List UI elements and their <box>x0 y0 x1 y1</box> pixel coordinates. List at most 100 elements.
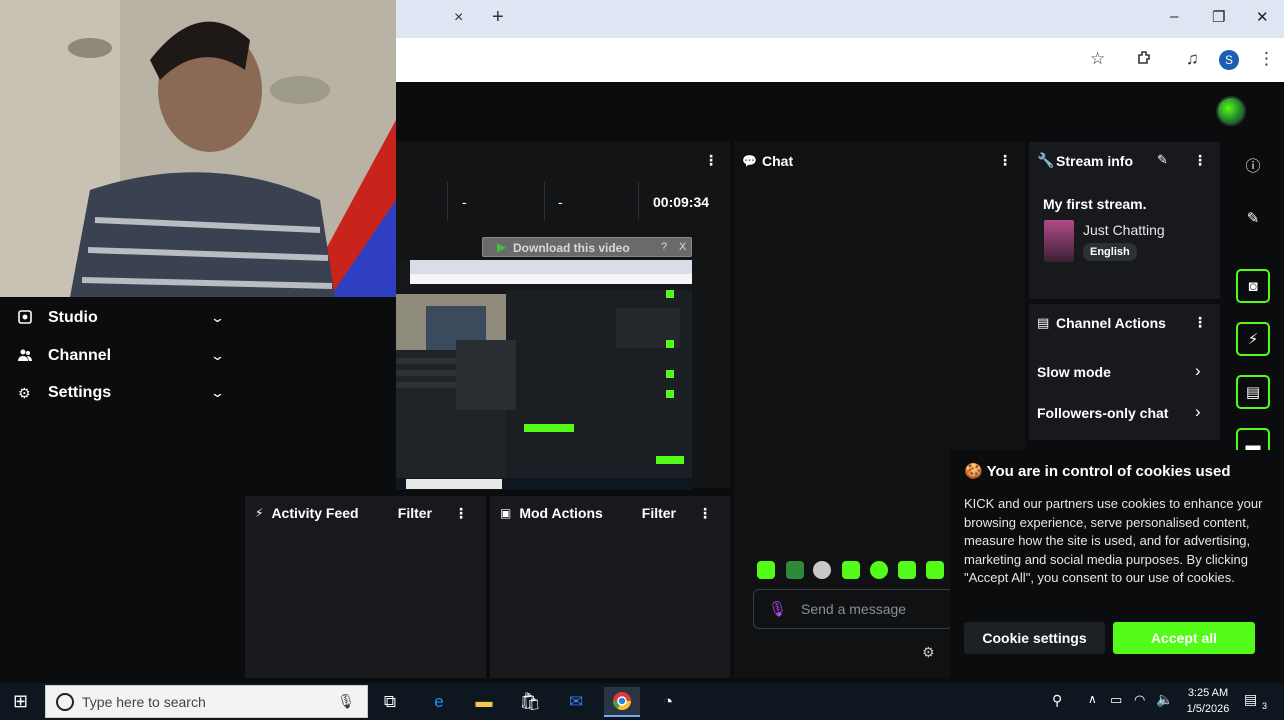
info-icon[interactable]: ⓘ <box>1236 148 1270 182</box>
download-video-bar[interactable]: ▶ Download this video ? X <box>482 237 692 257</box>
gear-icon: ⚙ <box>18 384 31 401</box>
stream-info-panel: 🔧 Stream info ✎ ⋮ My first stream. Just … <box>1029 142 1220 299</box>
microphone-icon[interactable]: 🎙 <box>768 600 787 618</box>
taskbar-search-box[interactable]: Type here to search 🎙 <box>45 685 368 718</box>
microphone-icon[interactable]: 🎙 <box>337 693 355 710</box>
notification-count-badge: 3 <box>1262 701 1268 711</box>
mail-icon[interactable]: ✉ <box>558 687 594 717</box>
sidebar-item-label: Studio <box>48 309 98 326</box>
stream-title: My first stream. <box>1043 196 1147 212</box>
chevron-down-icon[interactable]: ⌄ <box>210 385 225 401</box>
browser-menu-icon[interactable]: ⋮ <box>1258 49 1275 69</box>
edit-pencil-icon[interactable]: ✎ <box>1157 152 1168 168</box>
stream-info-title: Stream info <box>1056 153 1134 169</box>
wrench-icon: 🔧 <box>1037 152 1055 168</box>
tab-close-icon[interactable]: × <box>454 9 463 27</box>
more-options-icon[interactable]: ⋮ <box>454 505 468 522</box>
clip-icon[interactable]: ◙ <box>1236 269 1270 303</box>
category-thumbnail[interactable] <box>1044 220 1074 262</box>
language-badge: English <box>1083 243 1137 261</box>
filter-button[interactable]: Filter <box>398 505 432 521</box>
media-control-icon[interactable]: ♫ <box>1186 49 1199 69</box>
new-tab-icon[interactable]: + <box>492 6 504 29</box>
message-placeholder: Send a message <box>801 601 907 617</box>
notes-icon[interactable]: ▤ <box>1236 375 1270 409</box>
extensions-icon[interactable] <box>1136 49 1153 71</box>
chevron-up-icon[interactable]: ∧ <box>1088 692 1097 706</box>
stream-panel: ⋮ - - 00:09:34 ▶ Download this video ? X <box>396 142 730 490</box>
recorder-icon[interactable]: ◔ <box>650 687 686 717</box>
divider <box>544 182 545 220</box>
emote-icon[interactable] <box>757 561 775 579</box>
battery-icon[interactable]: ▭ <box>1110 692 1122 708</box>
sidebar-item-settings[interactable]: ⚙ Settings ⌄ <box>0 376 243 410</box>
close-icon[interactable]: X <box>679 241 686 253</box>
chevron-right-icon: › <box>1195 361 1201 380</box>
followers-only-action[interactable]: Followers-only chat › <box>1029 397 1220 427</box>
system-clock[interactable]: 3:25 AM 1/5/2026 <box>1180 685 1236 717</box>
emote-icon[interactable] <box>842 561 860 579</box>
filter-button[interactable]: Filter <box>642 505 676 521</box>
clock-time: 3:25 AM <box>1187 687 1229 699</box>
more-options-icon[interactable]: ⋮ <box>1193 152 1207 169</box>
volume-icon[interactable]: 🔈 <box>1156 691 1173 708</box>
divider <box>447 182 448 220</box>
close-window-icon[interactable]: ✕ <box>1256 8 1269 26</box>
minimize-icon[interactable]: – <box>1170 8 1178 25</box>
profile-avatar[interactable]: S <box>1219 50 1239 70</box>
browser-tab-bar: × + – ❐ ✕ <box>396 0 1284 38</box>
clock-date: 1/5/2026 <box>1186 703 1230 715</box>
emote-icon[interactable] <box>813 561 831 579</box>
channel-actions-title: Channel Actions <box>1056 315 1166 331</box>
cookie-settings-button[interactable]: Cookie settings <box>964 622 1105 654</box>
browser-address-bar: ☆ ♫ S ⋮ <box>396 38 1284 82</box>
chat-settings-gear-icon[interactable]: ⚙ <box>922 644 935 661</box>
play-icon: ▶ <box>497 240 507 254</box>
stream-uptime: 00:09:34 <box>653 194 710 210</box>
store-icon[interactable]: 🛍 <box>512 687 548 717</box>
more-options-icon[interactable]: ⋮ <box>998 152 1012 169</box>
taskbar: ⊞ Type here to search 🎙 ⧉ e ▬ 🛍 ✉ ◔ ⚲ ∧ … <box>0 683 1284 720</box>
emote-icon[interactable] <box>926 561 944 579</box>
chat-title: Chat <box>762 153 794 169</box>
category-name[interactable]: Just Chatting <box>1083 222 1165 238</box>
edit-icon[interactable]: ✎ <box>1236 201 1270 235</box>
notifications-icon[interactable]: ▤ <box>1244 691 1257 708</box>
chevron-down-icon[interactable]: ⌄ <box>210 310 225 326</box>
edge-icon[interactable]: e <box>421 687 457 717</box>
emote-icon[interactable] <box>786 561 804 579</box>
download-label[interactable]: Download this video <box>513 241 630 255</box>
stat-value: - <box>462 194 467 210</box>
windows-start-icon[interactable]: ⊞ <box>13 691 28 712</box>
more-options-icon[interactable]: ⋮ <box>704 152 718 169</box>
chat-message-input[interactable]: 🎙 Send a message <box>753 589 953 629</box>
lightning-icon[interactable]: ⚡ <box>1236 322 1270 356</box>
chrome-icon[interactable] <box>604 687 640 717</box>
task-view-icon[interactable]: ⧉ <box>372 687 408 717</box>
emote-icon[interactable] <box>870 561 888 579</box>
stream-preview <box>396 260 692 490</box>
more-options-icon[interactable]: ⋮ <box>1193 314 1207 331</box>
chevron-down-icon[interactable]: ⌄ <box>210 348 225 364</box>
file-explorer-icon[interactable]: ▬ <box>466 687 502 717</box>
people-icon[interactable]: ⚲ <box>1052 692 1062 709</box>
sidebar-item-label: Settings <box>48 384 112 401</box>
slow-mode-action[interactable]: Slow mode › <box>1029 356 1220 386</box>
app-top-bar <box>396 82 1284 140</box>
help-icon[interactable]: ? <box>661 241 667 253</box>
channel-actions-icon: ▤ <box>1037 315 1050 330</box>
restore-icon[interactable]: ❐ <box>1212 8 1225 26</box>
sidebar-item-channel[interactable]: Channel ⌄ <box>0 339 243 373</box>
bookmark-star-icon[interactable]: ☆ <box>1090 49 1105 69</box>
sidebar-item-studio[interactable]: Studio ⌄ <box>0 301 243 335</box>
accept-all-button[interactable]: Accept all <box>1113 622 1255 654</box>
stream-preview-image <box>396 260 692 490</box>
cookie-title-text: You are in control of cookies used <box>986 463 1231 480</box>
chat-icon: 💬 <box>742 154 757 168</box>
emote-icon[interactable] <box>898 561 916 579</box>
wifi-icon[interactable]: ◠ <box>1134 692 1145 708</box>
cortana-icon <box>56 692 74 711</box>
webcam-image <box>0 0 396 297</box>
more-options-icon[interactable]: ⋮ <box>698 505 712 522</box>
user-avatar[interactable] <box>1216 96 1246 126</box>
